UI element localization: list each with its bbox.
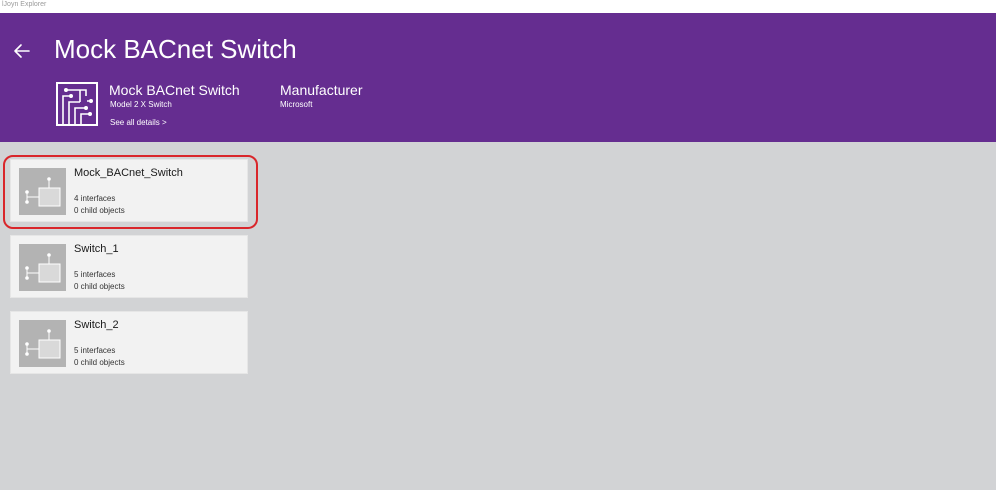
- back-button[interactable]: [10, 39, 34, 63]
- app-title: lJoyn Explorer: [2, 1, 47, 8]
- manufacturer-value: Microsoft: [280, 100, 313, 109]
- object-interfaces-count: 4 interfaces: [74, 194, 116, 203]
- object-interfaces-count: 5 interfaces: [74, 346, 116, 355]
- object-card-mock-bacnet-switch[interactable]: Mock_BACnet_Switch 4 interfaces 0 child …: [10, 159, 248, 222]
- device-name: Mock BACnet Switch: [109, 82, 240, 98]
- object-thumbnail: [19, 244, 66, 291]
- object-interfaces-count: 5 interfaces: [74, 270, 116, 279]
- object-card-switch-2[interactable]: Switch_2 5 interfaces 0 child objects: [10, 311, 248, 374]
- object-name: Switch_2: [74, 319, 119, 331]
- object-node-icon: [25, 253, 61, 283]
- title-bar: lJoyn Explorer: [0, 0, 996, 13]
- device-model: Model 2 X Switch: [110, 100, 172, 109]
- circuit-board-icon: [56, 82, 98, 126]
- object-children-count: 0 child objects: [74, 206, 125, 215]
- object-children-count: 0 child objects: [74, 358, 125, 367]
- object-thumbnail: [19, 168, 66, 215]
- object-node-icon: [25, 329, 61, 359]
- device-header: Mock BACnet Switch Mock BACnet Switch Mo…: [0, 13, 996, 142]
- object-card-switch-1[interactable]: Switch_1 5 interfaces 0 child objects: [10, 235, 248, 298]
- window-edge: [996, 0, 1002, 490]
- object-thumbnail: [19, 320, 66, 367]
- object-children-count: 0 child objects: [74, 282, 125, 291]
- manufacturer-label: Manufacturer: [280, 82, 363, 98]
- object-node-icon: [25, 177, 61, 207]
- object-name: Mock_BACnet_Switch: [74, 167, 183, 179]
- object-name: Switch_1: [74, 243, 119, 255]
- page-title: Mock BACnet Switch: [54, 34, 297, 64]
- back-arrow-icon: [14, 44, 30, 58]
- see-all-details-link[interactable]: See all details >: [110, 118, 167, 128]
